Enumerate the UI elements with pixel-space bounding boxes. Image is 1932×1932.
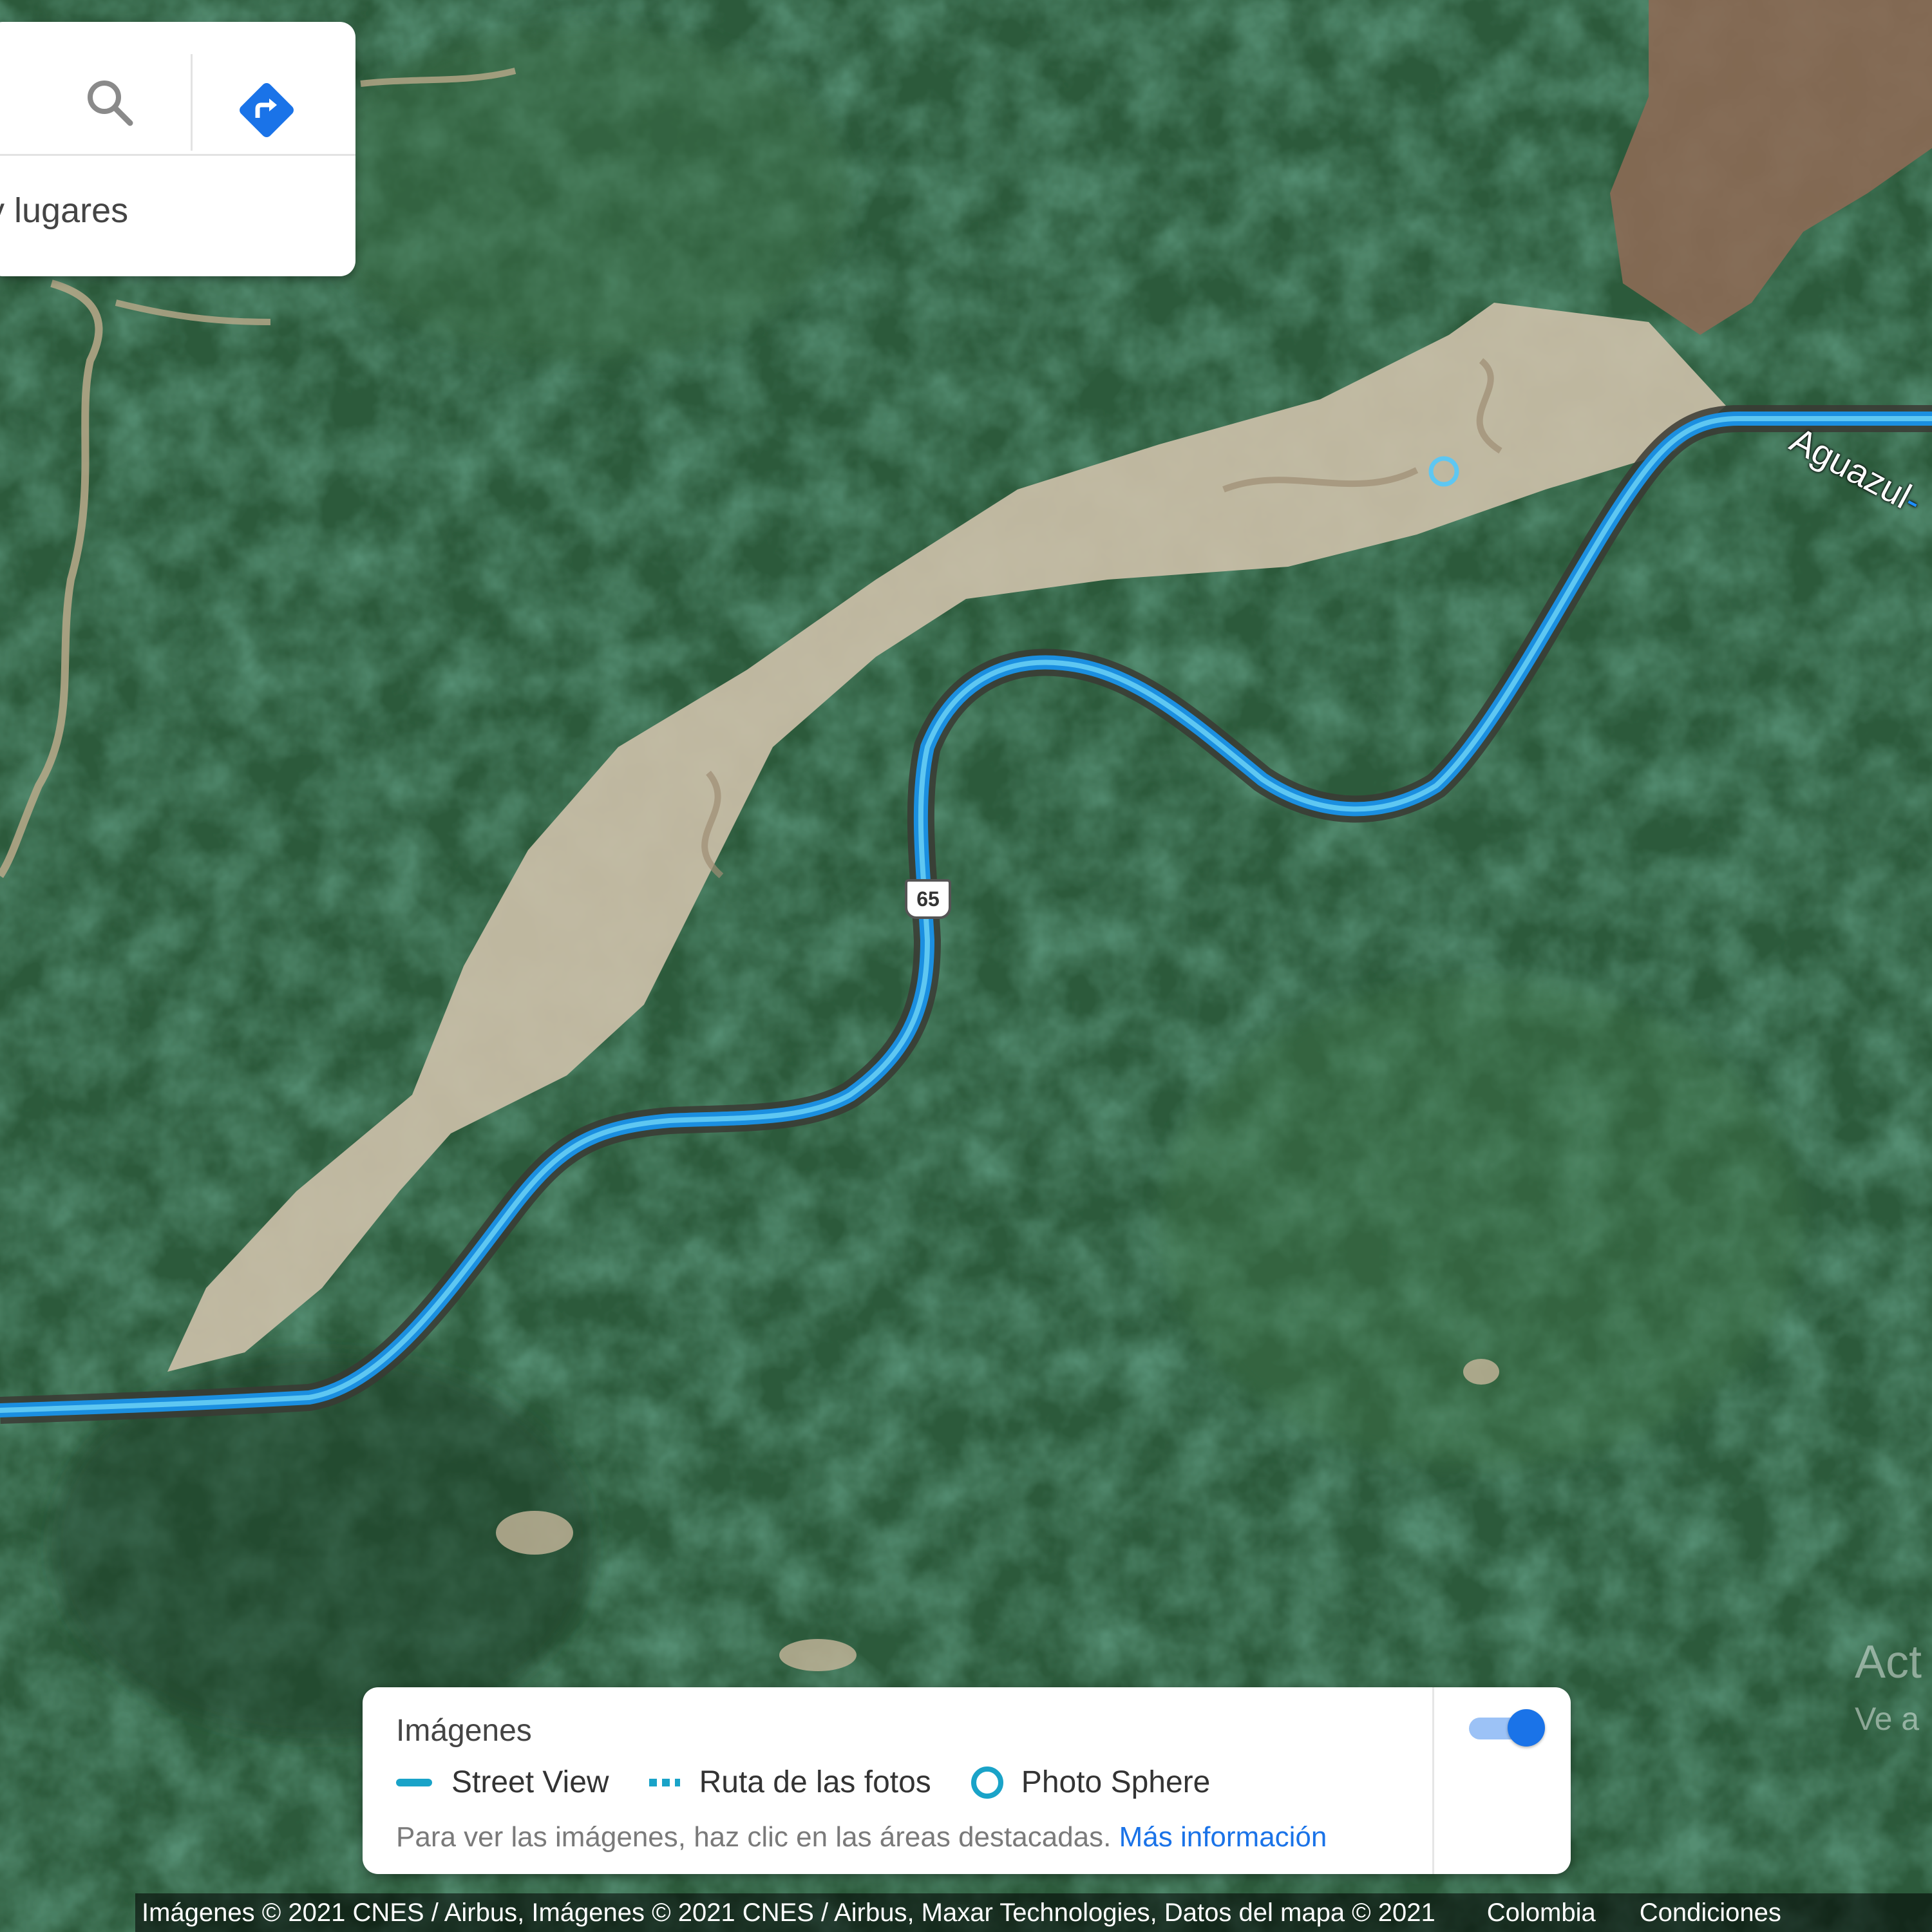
- legend-item-photo-sphere: Photo Sphere: [971, 1765, 1211, 1800]
- ring-icon: [971, 1766, 1003, 1799]
- search-divider: [191, 54, 193, 151]
- legend-label: Photo Sphere: [1021, 1765, 1211, 1799]
- solid-line-icon: [396, 1778, 432, 1786]
- more-info-link[interactable]: Más información: [1119, 1821, 1327, 1853]
- canopy-patch: [309, 26, 850, 361]
- legend-item-photo-route: Ruta de las fotos: [649, 1765, 931, 1800]
- imagery-legend: Imágenes Street View Ruta de las fotos P…: [363, 1687, 1571, 1874]
- activation-watermark: Act: [1855, 1636, 1922, 1688]
- legend-item-street-view: Street View: [396, 1765, 609, 1800]
- imagery-toggle[interactable]: [1469, 1709, 1545, 1748]
- search-hint: y lugares: [0, 191, 129, 230]
- region-link[interactable]: Colombia: [1487, 1899, 1596, 1927]
- activation-watermark-sub: Ve a: [1855, 1701, 1920, 1737]
- search-button[interactable]: [84, 77, 135, 128]
- terms-link[interactable]: Condiciones: [1640, 1899, 1781, 1927]
- legend-divider: [1432, 1687, 1434, 1874]
- legend-note-text: Para ver las imágenes, haz clic en las á…: [396, 1821, 1112, 1853]
- legend-label: Street View: [451, 1765, 609, 1799]
- search-card: y lugares: [0, 22, 355, 276]
- attribution-bar: Imágenes © 2021 CNES / Airbus, Imágenes …: [135, 1893, 1932, 1932]
- directions-icon: [240, 83, 294, 137]
- search-icon: [88, 80, 133, 126]
- legend-label: Ruta de las fotos: [699, 1765, 931, 1799]
- clearing: [1463, 1359, 1499, 1385]
- search-bar[interactable]: [0, 22, 355, 156]
- toggle-knob: [1508, 1709, 1545, 1747]
- directions-button[interactable]: [233, 77, 300, 144]
- satellite-map[interactable]: [0, 0, 1932, 1932]
- attribution-text: Imágenes © 2021 CNES / Airbus, Imágenes …: [142, 1898, 1435, 1927]
- legend-title: Imágenes: [396, 1714, 532, 1748]
- clearing: [779, 1639, 857, 1671]
- clearing: [496, 1511, 573, 1555]
- legend-items: Street View Ruta de las fotos Photo Sphe…: [396, 1765, 1250, 1800]
- route-shield: 65: [905, 879, 951, 919]
- canopy-patch: [1159, 979, 1803, 1468]
- dotted-line-icon: [649, 1778, 680, 1786]
- legend-note: Para ver las imágenes, haz clic en las á…: [396, 1821, 1327, 1853]
